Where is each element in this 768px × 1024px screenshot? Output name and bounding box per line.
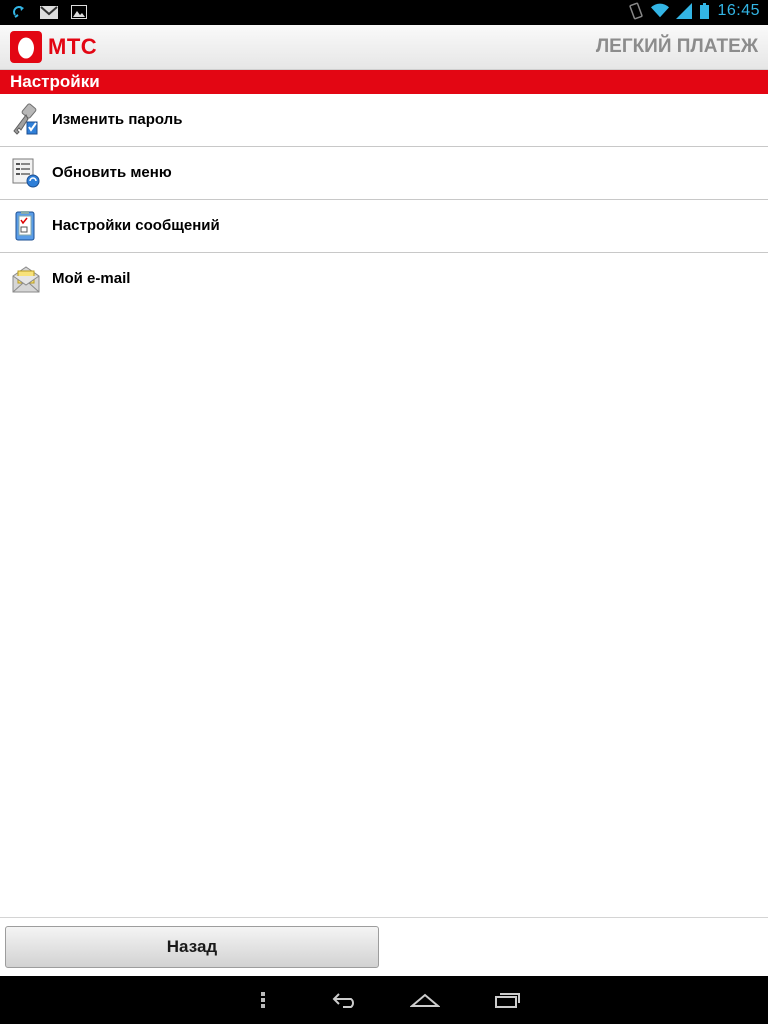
menu-item-label: Мой e-mail [52,270,131,287]
section-title: Настройки [10,72,100,91]
mts-egg-icon [10,31,42,63]
menu-item-my-email[interactable]: Мой e-mail [0,253,768,306]
footer-divider [0,917,768,918]
mts-logo: МТС [10,31,97,63]
menu-item-label: Обновить меню [52,164,172,181]
clock: 16:45 [717,2,760,19]
battery-icon [699,2,709,20]
status-bar: 16:45 [0,0,768,25]
gmail-icon [40,3,58,21]
settings-menu-list: Изменить пароль Обновить меню Настройки … [0,94,768,306]
menu-item-change-password[interactable]: Изменить пароль [0,94,768,147]
rotation-lock-icon [627,2,645,20]
logo-text: МТС [48,34,98,59]
message-settings-icon [10,209,42,243]
menu-icon[interactable] [243,986,283,1014]
key-icon [10,103,42,137]
app-title: ЛЕГКИЙ ПЛАТЕЖ [595,36,758,57]
system-icons: 16:45 [627,2,760,20]
notification-icons [10,3,88,21]
sync-icon [10,3,28,21]
section-header: Настройки [0,70,768,94]
home-icon[interactable] [405,986,445,1014]
email-icon [10,262,42,296]
navigation-bar [0,976,768,1024]
wifi-icon [651,2,670,20]
signal-icon [675,2,693,20]
menu-item-update-menu[interactable]: Обновить меню [0,147,768,200]
back-icon[interactable] [325,986,365,1014]
menu-item-label: Изменить пароль [52,111,183,128]
gallery-icon [70,3,88,21]
screen: 16:45 МТС ЛЕГКИЙ ПЛАТЕЖ Настройки Измени… [0,0,768,1024]
back-button[interactable]: Назад [5,926,379,968]
menu-item-message-settings[interactable]: Настройки сообщений [0,200,768,253]
app-header: МТС ЛЕГКИЙ ПЛАТЕЖ [0,25,768,70]
recent-apps-icon[interactable] [487,986,527,1014]
menu-item-label: Настройки сообщений [52,217,220,234]
update-menu-icon [10,156,42,190]
